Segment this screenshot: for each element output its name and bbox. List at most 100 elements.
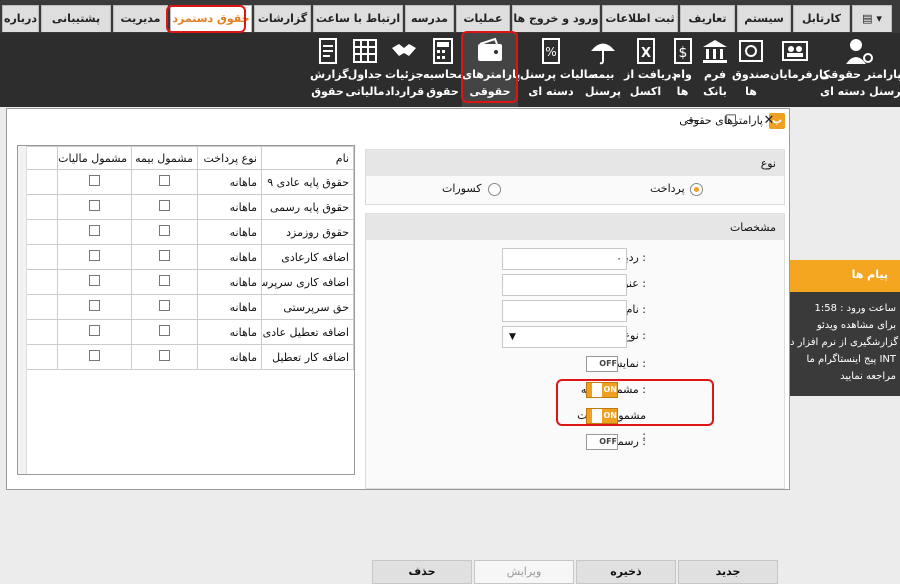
ribbon-payroll-calc-button[interactable]: محاسبه حقوق [423, 33, 464, 107]
payroll-parameters-window: پ پارامترهای حقوقی ✕ ☐ — نام نوع پرداخت … [6, 108, 790, 584]
handshake-icon [392, 44, 416, 56]
col-header-tax[interactable]: مشمول مالیات [57, 146, 132, 170]
table-icon [353, 39, 377, 63]
type-panel: نوع پرداخت کسورات [365, 149, 785, 205]
edit-button[interactable]: ویرایش [474, 560, 574, 584]
insurance-checkbox[interactable] [159, 300, 170, 311]
toggles-highlight [556, 379, 714, 426]
tab-operations[interactable]: عملیات [456, 5, 510, 32]
calculator-icon [432, 38, 453, 64]
tab-support[interactable]: پشتیبانی [41, 5, 111, 32]
payroll-tab-highlight [166, 5, 246, 33]
tax-checkbox[interactable] [89, 325, 100, 336]
col-header-name[interactable]: نام [261, 146, 354, 170]
ribbon-excel-import-button[interactable]: X دریافت از اکسل [624, 33, 677, 107]
radio-payment[interactable] [690, 183, 703, 196]
tab-entries-exits[interactable]: ورود و خروج ها [512, 5, 600, 32]
table-row[interactable]: حق سرپرستی ماهانه [25, 294, 354, 320]
maximize-icon: ☐ [725, 113, 737, 128]
messages-panel: پیام ها ساعت ورود : 1:58 برای مشاهده وید… [790, 260, 900, 396]
tab-about[interactable]: درباره [2, 5, 39, 32]
close-button[interactable]: ✕ [759, 111, 779, 131]
ribbon-funds-button[interactable]: صندوق ها [732, 33, 770, 107]
specs-panel-title: مشخصات [366, 214, 784, 240]
close-icon: ✕ [763, 113, 775, 128]
save-button[interactable]: ذخیره [576, 560, 676, 584]
payroll-parameters-highlight [461, 31, 518, 103]
ribbon-bank-form-button[interactable]: فرم بانک [698, 33, 732, 107]
tax-checkbox[interactable] [89, 225, 100, 236]
table-row[interactable]: حقوق پایه رسمی ماهانه [25, 194, 354, 220]
table-row[interactable]: اضافه کار تعطیل ماهانه [25, 344, 354, 370]
tab-data-entry[interactable]: ثبت اطلاعات [602, 5, 678, 32]
minimize-button[interactable]: — [683, 111, 703, 131]
insurance-checkbox[interactable] [159, 225, 170, 236]
new-button[interactable]: جدید [678, 560, 778, 584]
tab-reports[interactable]: گزارشات [254, 5, 311, 32]
window-titlebar: پ پارامترهای حقوقی ✕ ☐ — [7, 109, 789, 134]
employers-icon [782, 41, 808, 61]
col-header-insurance[interactable]: مشمول بیمه [131, 146, 198, 170]
ribbon-employers-button[interactable]: کارفرمایان [770, 33, 830, 107]
tax-checkbox[interactable] [89, 175, 100, 186]
table-row[interactable]: حقوق پایه عادی ۹ ماهانه [25, 169, 354, 195]
grid-header-row: نام نوع پرداخت مشمول بیمه مشمول مالیات [25, 146, 354, 170]
maximize-button[interactable]: ☐ [721, 111, 741, 131]
insurance-checkbox[interactable] [159, 275, 170, 286]
tab-kartable[interactable]: کارتابل [793, 5, 850, 32]
tab-school[interactable]: مدرسه [405, 5, 454, 32]
ribbon-tax-tables-button[interactable]: جداول مالیاتی [345, 33, 385, 107]
row-number-input[interactable]: ۰ [502, 248, 627, 270]
table-row[interactable]: اضافه تعطیل عادی ماهانه [25, 319, 354, 345]
specs-panel: مشخصات ردیف : ۰ عنوان : نام : نوع پرداخت… [365, 213, 785, 584]
safe-icon [739, 40, 763, 62]
ribbon-payroll-report-button[interactable]: گزارش حقوق [310, 33, 349, 107]
table-row[interactable]: اضافه کارعادی ماهانه [25, 244, 354, 270]
ribbon-batch-payroll-param-button[interactable]: پارامتر حقوقی پرسنل دسته ای [820, 33, 900, 107]
loan-icon: $ [673, 38, 692, 64]
tab-definitions[interactable]: تعاریف [680, 5, 735, 32]
tax-percent-icon: % [542, 38, 560, 64]
name-input[interactable] [502, 300, 627, 322]
table-row[interactable]: اضافه کاری سرپرستماهانه [25, 269, 354, 295]
insurance-checkbox[interactable] [159, 175, 170, 186]
ribbon-batch-tax-button[interactable]: % مالیات پرسنل دسته ای [520, 33, 595, 107]
menu-toggle[interactable]: ▤ ▾ [852, 5, 892, 32]
tax-checkbox[interactable] [89, 275, 100, 286]
svg-text:$: $ [678, 45, 687, 61]
insurance-checkbox[interactable] [159, 250, 170, 261]
radio-payment-label: پرداخت [650, 182, 685, 195]
delete-button[interactable]: حذف [372, 560, 472, 584]
display-toggle[interactable]: OFF [586, 356, 618, 372]
table-row[interactable]: حقوق روزمزد ماهانه [25, 219, 354, 245]
tab-management[interactable]: مدیریت [113, 5, 168, 32]
tax-checkbox[interactable] [89, 250, 100, 261]
tab-system[interactable]: سیستم [737, 5, 791, 32]
minimize-icon: — [686, 113, 700, 128]
chevron-down-icon: ▼ [509, 332, 516, 342]
col-header-blank [25, 146, 58, 170]
official-toggle[interactable]: OFF [586, 434, 618, 450]
tab-clock-connection[interactable]: ارتباط با ساعت [313, 5, 403, 32]
paytype-select[interactable]: ▼ [502, 326, 627, 348]
umbrella-icon [591, 43, 615, 65]
person-gear-icon [846, 39, 873, 64]
tax-checkbox[interactable] [89, 350, 100, 361]
insurance-checkbox[interactable] [159, 325, 170, 336]
action-buttons: جدید ذخیره ویرایش حذف [372, 560, 779, 584]
tax-checkbox[interactable] [89, 200, 100, 211]
radio-deductions[interactable] [488, 183, 501, 196]
parameters-grid: نام نوع پرداخت مشمول بیمه مشمول مالیات ح… [17, 145, 355, 475]
insurance-checkbox[interactable] [159, 200, 170, 211]
tax-checkbox[interactable] [89, 300, 100, 311]
ribbon-contract-details-button[interactable]: جزئیات قرارداد [385, 33, 424, 107]
col-header-paytype[interactable]: نوع پرداخت [197, 146, 262, 170]
insurance-checkbox[interactable] [159, 350, 170, 361]
ribbon-toolbar: پارامتر حقوقی پرسنل دسته ای کارفرمایان ص… [0, 33, 900, 107]
grid-scrollbar[interactable] [18, 146, 27, 474]
title-input[interactable] [502, 274, 627, 296]
bank-icon [703, 40, 727, 63]
report-icon [318, 38, 337, 64]
messages-body: ساعت ورود : 1:58 برای مشاهده ویدئو گزارش… [790, 303, 899, 382]
excel-icon: X [636, 38, 655, 64]
